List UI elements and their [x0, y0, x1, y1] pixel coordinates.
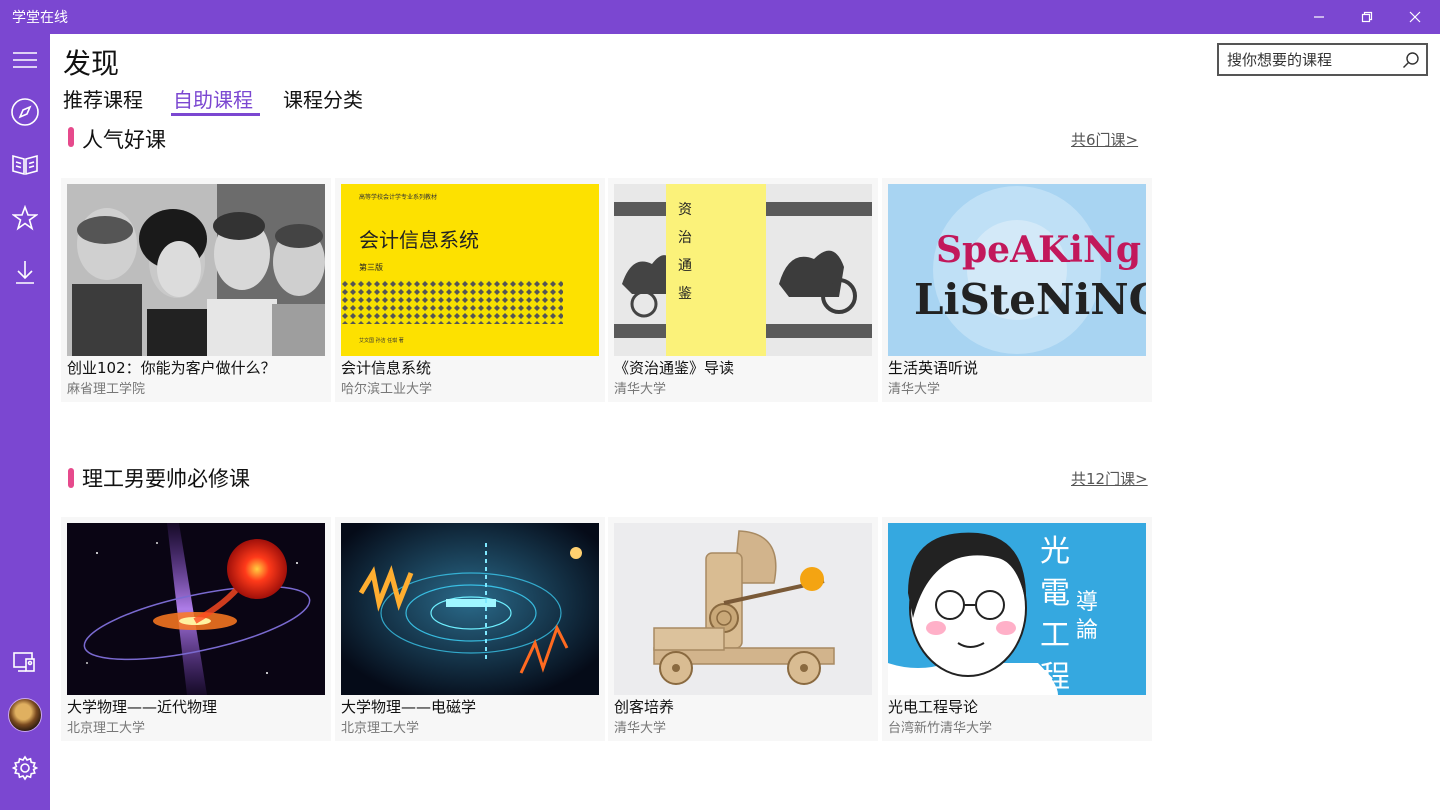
book-series: 高等学校会计学专业系列教材 [359, 193, 437, 201]
device-icon [13, 652, 35, 672]
course-school: 北京理工大学 [341, 721, 420, 736]
title-bar: 学堂在线 [0, 0, 1440, 34]
sidebar-item-my-courses[interactable] [0, 140, 50, 188]
course-title: 创客培养 [614, 698, 675, 716]
course-school: 台湾新竹清华大学 [888, 721, 993, 736]
course-title: 创业102：你能为客户做什么？ [67, 359, 276, 377]
book-edition: 第三版 [359, 262, 383, 272]
course-card[interactable]: 高等学校会计学专业系列教材 会计信息系统 第三版 艾文国 孙洁 任琪 著 会计信… [335, 178, 605, 402]
compass-icon [11, 98, 39, 126]
book-title: 会计信息系统 [359, 228, 479, 252]
sidebar-item-downloads[interactable] [0, 248, 50, 296]
course-school: 清华大学 [614, 382, 667, 397]
active-tab-indicator [171, 113, 260, 116]
course-school: 麻省理工学院 [67, 382, 146, 397]
course-thumbnail [614, 523, 872, 695]
course-title: 光电工程导论 [888, 698, 979, 716]
close-button[interactable] [1392, 0, 1438, 34]
optics-char: 工 [1040, 618, 1070, 653]
star-icon [12, 205, 38, 231]
course-school: 哈尔滨工业大学 [341, 382, 433, 397]
page-title: 发现 [63, 47, 120, 80]
sidebar-item-discover[interactable] [0, 88, 50, 136]
search-box[interactable] [1217, 43, 1428, 76]
search-input[interactable] [1227, 49, 1397, 71]
tab-recommended[interactable]: 推荐课程 [63, 84, 143, 113]
avatar[interactable] [8, 698, 42, 732]
course-card[interactable]: 光 電 工 程 導 論 光电工程导论 台湾新竹清华大学 [882, 517, 1152, 741]
course-title: 大学物理——近代物理 [67, 698, 218, 716]
course-card[interactable]: 资治通鉴 《资治通鉴》导读 清华大学 [608, 178, 878, 402]
course-school: 清华大学 [614, 721, 667, 736]
section-marker [68, 127, 74, 147]
course-thumbnail: 光 電 工 程 導 論 [888, 523, 1146, 695]
settings-button[interactable] [0, 744, 50, 792]
optics-char: 電 [1040, 576, 1070, 611]
minimize-icon [1314, 16, 1324, 18]
optics-char-small: 論 [1076, 618, 1098, 643]
hamburger-menu-button[interactable] [0, 36, 50, 84]
section-title-popular: 人气好课 [82, 128, 166, 152]
minimize-button[interactable] [1296, 0, 1342, 34]
course-card[interactable]: 创客培养 清华大学 [608, 517, 878, 741]
course-school: 清华大学 [888, 382, 941, 397]
tab-self-paced[interactable]: 自助课程 [173, 84, 253, 113]
section-marker [68, 468, 74, 488]
course-school: 北京理工大学 [67, 721, 146, 736]
course-title: 《资治通鉴》导读 [614, 359, 735, 377]
sidebar [0, 34, 50, 810]
course-card[interactable]: 大学物理——近代物理 北京理工大学 [61, 517, 331, 741]
listening-text: LiSteNiNG [914, 275, 1146, 324]
section-more-link-popular[interactable]: 共6门课> [1071, 129, 1138, 150]
sidebar-item-device[interactable] [0, 638, 50, 686]
optics-char-small: 導 [1076, 590, 1098, 615]
optics-char: 光 [1040, 534, 1070, 569]
restore-icon [1361, 11, 1373, 23]
search-icon[interactable] [1402, 51, 1420, 69]
course-thumbnail: SpeAKiNg LiSteNiNG [888, 184, 1146, 356]
book-authors: 艾文国 孙洁 任琪 著 [359, 337, 404, 344]
section-more-link-science[interactable]: 共12门课> [1071, 468, 1148, 489]
course-thumbnail: 资治通鉴 [614, 184, 872, 356]
menu-icon [13, 52, 37, 68]
course-title: 生活英语听说 [888, 359, 979, 377]
course-thumbnail [67, 523, 325, 695]
optics-char: 程 [1040, 660, 1070, 695]
course-card[interactable]: SpeAKiNg LiSteNiNG 生活英语听说 清华大学 [882, 178, 1152, 402]
course-thumbnail [67, 184, 325, 356]
course-thumbnail: 高等学校会计学专业系列教材 会计信息系统 第三版 艾文国 孙洁 任琪 著 [341, 184, 599, 356]
course-card[interactable]: 创业102：你能为客户做什么？ 麻省理工学院 [61, 178, 331, 402]
course-thumbnail [341, 523, 599, 695]
download-icon [16, 261, 34, 284]
section-title-science: 理工男要帅必修课 [82, 467, 250, 491]
course-card[interactable]: 大学物理——电磁学 北京理工大学 [335, 517, 605, 741]
speaking-text: SpeAKiNg [936, 229, 1141, 271]
book-icon [12, 154, 38, 176]
tab-categories[interactable]: 课程分类 [283, 84, 363, 113]
course-title: 会计信息系统 [341, 359, 432, 377]
sidebar-item-favorites[interactable] [0, 194, 50, 242]
course-title: 大学物理——电磁学 [341, 698, 477, 716]
app-title: 学堂在线 [12, 10, 68, 26]
gear-icon [12, 755, 38, 781]
close-icon [1409, 11, 1421, 23]
restore-button[interactable] [1344, 0, 1390, 34]
